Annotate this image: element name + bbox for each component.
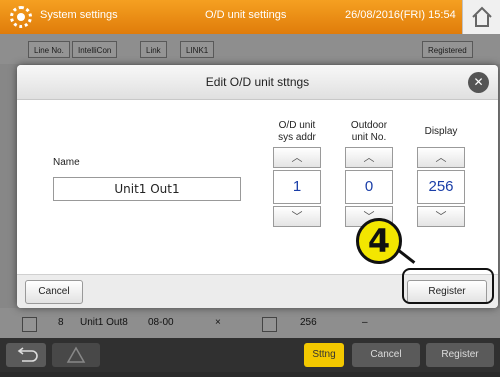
sys-addr-down-button[interactable]: ﹀ xyxy=(273,206,321,227)
sys-addr-label-line1: O/D unit xyxy=(278,120,316,131)
outdoor-no-value: 0 xyxy=(345,170,393,204)
sys-addr-value: 1 xyxy=(273,170,321,204)
display-up-button[interactable]: ︿ xyxy=(417,147,465,168)
close-button[interactable]: ✕ xyxy=(468,72,489,93)
sys-addr-label: O/D unit sys addr xyxy=(267,120,327,144)
datetime: 26/08/2016(FRI) 15:54 xyxy=(345,9,456,21)
home-button[interactable] xyxy=(462,0,500,34)
display-label: Display xyxy=(424,126,458,137)
top-bar: System settings O/D unit settings 26/08/… xyxy=(0,0,500,34)
dialog-title-bar: Edit O/D unit sttngs ✕ xyxy=(17,65,498,100)
od-unit-settings-title: O/D unit settings xyxy=(205,9,287,21)
sys-addr-label-line2: sys addr xyxy=(278,132,316,143)
display-stepper: ︿ 256 ﹀ xyxy=(417,147,465,229)
bottom-bar: Sttng Cancel Register xyxy=(0,338,500,372)
outdoor-no-label: Outdoor unit No. xyxy=(339,120,399,144)
system-settings-label: System settings xyxy=(40,9,118,21)
warning-button[interactable] xyxy=(52,343,100,367)
chevron-up-icon: ︿ xyxy=(291,151,303,164)
name-field[interactable]: Unit1 Out1 xyxy=(53,177,241,201)
register-highlight xyxy=(402,268,494,304)
warning-icon xyxy=(66,346,86,363)
sys-addr-stepper: ︿ 1 ﹀ xyxy=(273,147,321,229)
dialog-title: Edit O/D unit sttngs xyxy=(205,75,310,89)
outdoor-no-up-button[interactable]: ︿ xyxy=(345,147,393,168)
close-icon: ✕ xyxy=(473,75,484,89)
chevron-up-icon: ︿ xyxy=(435,151,447,164)
register-bottom-button[interactable]: Register xyxy=(426,343,494,367)
back-icon xyxy=(17,347,38,362)
chevron-up-icon: ︿ xyxy=(363,151,375,164)
cancel-button[interactable]: Cancel xyxy=(25,280,83,304)
display-down-button[interactable]: ﹀ xyxy=(417,206,465,227)
back-button[interactable] xyxy=(6,343,46,367)
cancel-bottom-button[interactable]: Cancel xyxy=(352,343,420,367)
gear-icon xyxy=(10,6,32,28)
home-icon xyxy=(472,6,492,27)
outdoor-no-label-line1: Outdoor xyxy=(350,120,388,131)
chevron-down-icon: ﹀ xyxy=(291,210,303,223)
name-label: Name xyxy=(53,157,80,168)
sttng-button[interactable]: Sttng xyxy=(304,343,344,367)
step-callout: 4 xyxy=(356,218,402,264)
chevron-down-icon: ﹀ xyxy=(435,210,447,223)
display-value: 256 xyxy=(417,170,465,204)
sys-addr-up-button[interactable]: ︿ xyxy=(273,147,321,168)
outdoor-no-label-line2: unit No. xyxy=(351,132,387,143)
outdoor-no-stepper: ︿ 0 ﹀ xyxy=(345,147,393,229)
